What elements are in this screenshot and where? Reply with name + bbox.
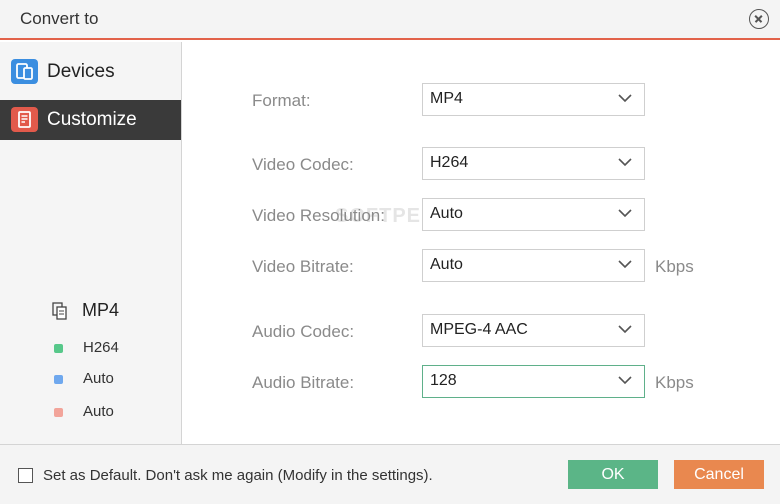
title-bar: Convert to (0, 0, 780, 40)
sidebar-item-label: Devices (47, 61, 115, 82)
format-select[interactable]: MP4 (422, 83, 645, 116)
close-icon[interactable] (749, 9, 769, 29)
chevron-down-icon (618, 209, 632, 218)
footer: Set as Default. Don't ask me again (Modi… (0, 444, 780, 504)
pink-dot-icon (54, 408, 63, 417)
format-value: MP4 (430, 90, 463, 107)
cancel-button[interactable]: Cancel (674, 460, 764, 489)
green-dot-icon (54, 344, 63, 353)
video-bitrate-value: Auto (430, 256, 463, 273)
video-codec-label: Video Codec: (252, 155, 354, 174)
sidebar-item-devices[interactable]: Devices (0, 52, 181, 92)
chevron-down-icon (618, 158, 632, 167)
audio-bitrate-label: Audio Bitrate: (252, 373, 355, 392)
chevron-down-icon (618, 260, 632, 269)
video-codec-select[interactable]: H264 (422, 147, 645, 180)
summary-video-bitrate-label: Auto (83, 403, 114, 420)
format-label: Format: (252, 91, 311, 110)
video-bitrate-select[interactable]: Auto (422, 249, 645, 282)
chevron-down-icon (618, 376, 632, 385)
summary-format-label: MP4 (82, 300, 120, 320)
sidebar-item-label: Customize (47, 109, 137, 130)
file-format-icon (52, 302, 67, 320)
audio-bitrate-select[interactable]: 128 (422, 365, 645, 398)
summary-video-codec: H264 (0, 336, 181, 360)
audio-codec-value: MPEG-4 AAC (430, 321, 528, 338)
sidebar: Devices Customize MP4 H264 Auto Auto (0, 42, 182, 444)
video-resolution-label: Video Resolution: (252, 206, 385, 225)
audio-bitrate-unit: Kbps (655, 373, 694, 392)
audio-codec-select[interactable]: MPEG-4 AAC (422, 314, 645, 347)
summary-video-bitrate: Auto (0, 400, 181, 424)
set-default-label[interactable]: Set as Default. Don't ask me again (Modi… (43, 467, 433, 484)
video-bitrate-label: Video Bitrate: (252, 257, 354, 276)
customize-icon (11, 107, 38, 132)
blue-dot-icon (54, 375, 63, 384)
summary-video-codec-label: H264 (83, 339, 119, 356)
chevron-down-icon (618, 325, 632, 334)
audio-bitrate-value: 128 (430, 372, 457, 389)
ok-button[interactable]: OK (568, 460, 658, 489)
video-bitrate-unit: Kbps (655, 257, 694, 276)
video-resolution-select[interactable]: Auto (422, 198, 645, 231)
window-title: Convert to (20, 9, 99, 28)
audio-codec-label: Audio Codec: (252, 322, 355, 341)
summary-video-resolution: Auto (0, 367, 181, 391)
chevron-down-icon (618, 94, 632, 103)
summary-video-resolution-label: Auto (83, 370, 114, 387)
video-codec-value: H264 (430, 154, 469, 171)
summary-format: MP4 (0, 300, 181, 324)
device-icon (11, 59, 38, 84)
set-default-checkbox[interactable] (18, 468, 33, 483)
sidebar-item-customize[interactable]: Customize (0, 100, 181, 140)
video-resolution-value: Auto (430, 205, 463, 222)
